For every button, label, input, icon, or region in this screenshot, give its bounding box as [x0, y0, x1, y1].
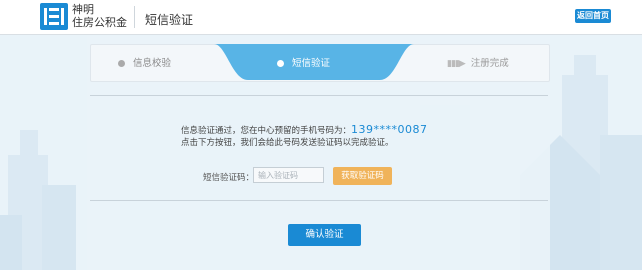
message-prefix: 信息验证通过，您在中心预留的手机号码为： [181, 126, 352, 136]
top-header: 神明 住房公积金 短信验证 返回首页 [0, 0, 642, 35]
step-sms-verify: 短信验证 [277, 55, 330, 69]
step-label: 短信验证 [292, 58, 331, 69]
progress-arrow-icon: ▮▮▮▶ [447, 59, 466, 69]
step-label: 信息校验 [133, 58, 172, 69]
step-dot-icon [118, 60, 125, 67]
confirm-button[interactable]: 确认验证 [288, 224, 361, 246]
step-label: 注册完成 [470, 58, 509, 69]
brand-line2: 住房公积金 [72, 16, 127, 29]
sms-code-input[interactable] [253, 167, 324, 183]
step-info-check: 信息校验 [118, 55, 171, 69]
brand-line1: 神明 [72, 3, 94, 16]
home-button[interactable]: 返回首页 [575, 9, 611, 23]
header-divider [134, 6, 135, 28]
phone-number: 139****0087 [351, 123, 428, 136]
divider-bottom [90, 200, 548, 201]
get-code-button[interactable]: 获取验证码 [333, 167, 392, 185]
page-title: 短信验证 [145, 13, 194, 27]
logo-icon [40, 3, 68, 30]
verify-message-line2: 点击下方按钮，我们会给此号码发送验证码以完成验证。 [181, 138, 394, 148]
brand-name: 神明 住房公积金 [72, 3, 127, 29]
step-register-done: ▮▮▮▶ 注册完成 [447, 55, 509, 69]
sms-code-label: 短信验证码： [203, 173, 255, 183]
step-dot-icon [277, 60, 284, 67]
divider-top [90, 95, 548, 96]
verify-message-line1: 信息验证通过，您在中心预留的手机号码为：139****0087 [181, 123, 428, 136]
